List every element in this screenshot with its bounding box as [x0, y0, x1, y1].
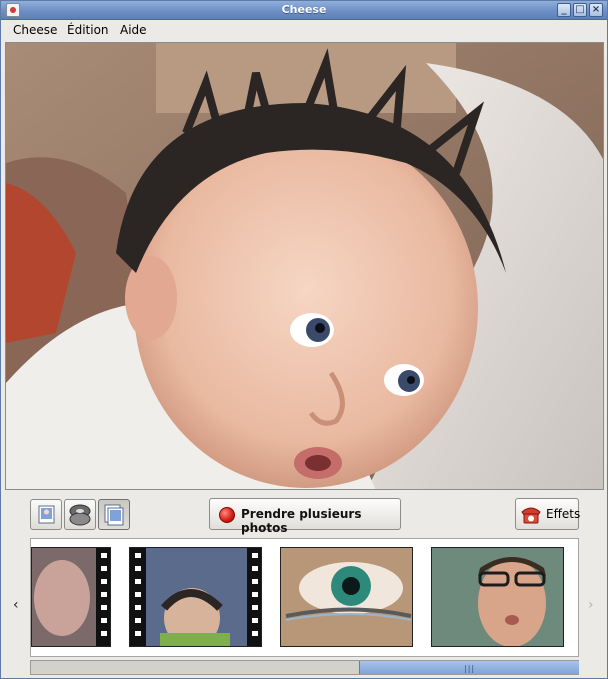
camera-preview-image [6, 43, 603, 489]
effects-label: Effets [546, 507, 581, 521]
title-bar[interactable]: Cheese _ □ × [1, 1, 607, 20]
close-button[interactable]: × [589, 3, 603, 17]
thumb-2[interactable] [129, 547, 262, 647]
minimize-button[interactable]: _ [557, 3, 571, 17]
thumb-2-image [130, 548, 261, 646]
scroll-left-arrow[interactable]: ‹ [13, 597, 19, 613]
burst-icon [104, 504, 124, 526]
effects-icon [521, 507, 541, 524]
scroll-right-arrow[interactable]: › [588, 597, 594, 613]
menu-cheese[interactable]: Cheese [13, 23, 57, 37]
take-photos-label: Prendre plusieurs photos [241, 507, 362, 535]
menu-bar: Cheese Édition Aide [1, 20, 607, 41]
thumb-4-image [432, 548, 563, 646]
maximize-button[interactable]: □ [573, 3, 587, 17]
thumbnail-scrollbar[interactable]: ||| [30, 660, 579, 675]
thumb-1-image [32, 548, 110, 646]
photo-mode-button[interactable] [30, 499, 62, 530]
photo-icon [38, 505, 55, 524]
film-reel-icon [69, 504, 91, 526]
thumbnail-strip [30, 538, 579, 657]
thumb-3[interactable] [280, 547, 413, 647]
thumb-3-image [281, 548, 412, 646]
cheese-window: Cheese _ □ × Cheese Édition Aide Prendre… [0, 0, 608, 679]
scrollbar-grip-icon: ||| [464, 664, 476, 673]
scrollbar-thumb[interactable]: ||| [359, 661, 579, 674]
burst-mode-button[interactable] [98, 499, 130, 530]
camera-preview [5, 42, 604, 490]
thumb-4[interactable] [431, 547, 564, 647]
record-icon [219, 507, 235, 523]
window-title: Cheese [281, 3, 327, 16]
video-mode-button[interactable] [64, 499, 96, 530]
menu-edition[interactable]: Édition [67, 23, 109, 37]
thumb-1[interactable] [31, 547, 111, 647]
take-photos-button[interactable]: Prendre plusieurs photos [209, 498, 401, 535]
capture-toolbar: Prendre plusieurs photos Effets [1, 491, 607, 535]
effects-button[interactable]: Effets [515, 498, 581, 530]
menu-aide[interactable]: Aide [120, 23, 147, 37]
